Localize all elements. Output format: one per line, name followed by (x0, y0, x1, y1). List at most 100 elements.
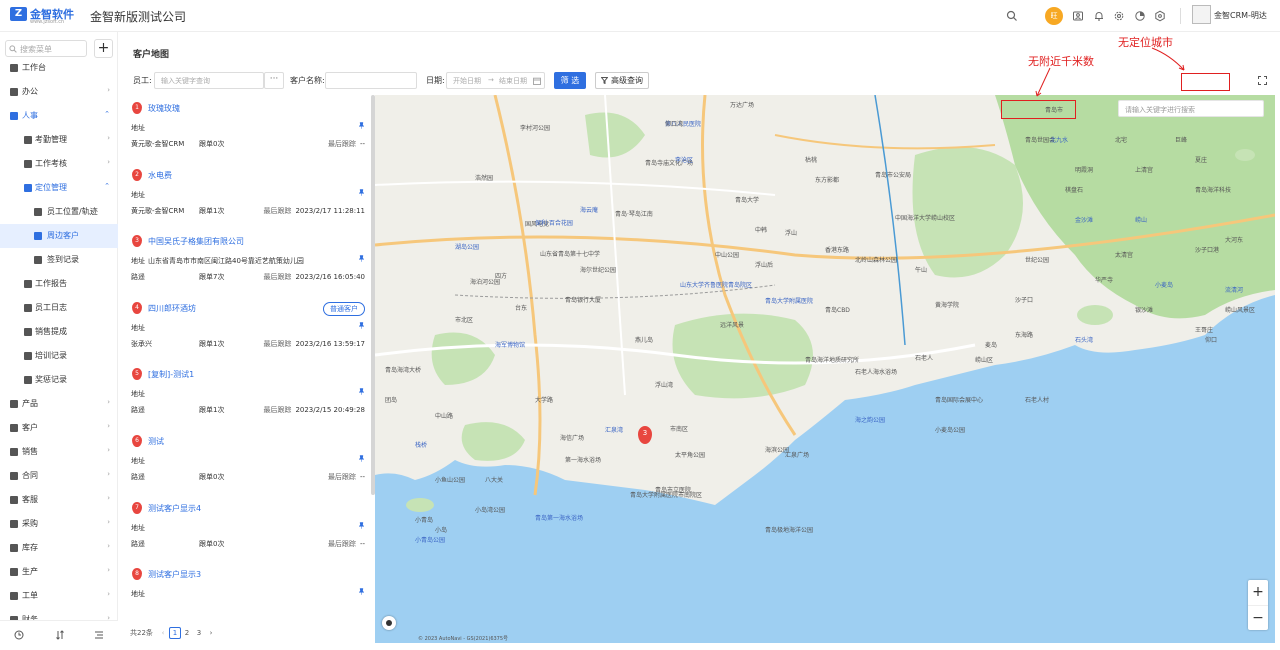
sidebar-item-10[interactable]: 员工日志 (0, 296, 118, 320)
follow-count: 跟单1次 (199, 406, 225, 415)
sidebar-item-12[interactable]: 培训记录 (0, 344, 118, 368)
customer-card[interactable]: 2 水电费 地址 黄元歌-金智CRM 跟单1次 最后跟踪 2023/2/17 11:28:1… (126, 162, 371, 229)
sidebar-item-11[interactable]: 销售提成 (0, 320, 118, 344)
map-place-label: 李沧区 (675, 157, 694, 164)
sidebar-item-7[interactable]: 周边客户 (0, 224, 118, 248)
pin-to-top-icon[interactable] (358, 322, 365, 329)
sidebar-item-19[interactable]: 采购 › (0, 512, 118, 536)
sidebar-item-3[interactable]: 考勤管理 › (0, 128, 118, 152)
pin-to-top-icon[interactable] (358, 521, 365, 529)
menu-collapse-icon[interactable] (94, 630, 104, 640)
location-pin-icon: 3 (132, 235, 142, 248)
map-place-label: 小麦岛公园 (935, 427, 966, 434)
sidebar-item-15[interactable]: 客户 › (0, 416, 118, 440)
customer-card[interactable]: 8 测试客户显示3 地址 (126, 561, 371, 618)
wang-badge-icon[interactable]: 旺 (1045, 7, 1063, 25)
user-name[interactable]: 金智CRM-明达 (1214, 10, 1267, 21)
sidebar-item-2[interactable]: 人事 ⌃ (0, 104, 118, 128)
sidebar-item-5[interactable]: 定位管理 ⌃ (0, 176, 118, 200)
location-pin-icon: 8 (132, 568, 142, 581)
sidebar-item-22[interactable]: 工单 › (0, 584, 118, 608)
logo[interactable]: Z 金智软件 www.jzsoft.cn (10, 6, 74, 26)
map-place-label: 石老人 (915, 355, 934, 362)
pin-to-top-icon[interactable] (358, 122, 365, 129)
pin-to-top-icon[interactable] (358, 255, 365, 262)
sidebar-item-label: 生产 (22, 567, 38, 576)
sidebar-item-1[interactable]: 办公 › (0, 80, 118, 104)
logo-mark-icon: Z (10, 7, 27, 21)
sidebar-item-17[interactable]: 合同 › (0, 464, 118, 488)
employee-picker-button[interactable]: ··· (264, 72, 284, 89)
prev-page-button[interactable]: ‹ (157, 627, 169, 639)
bell-icon[interactable] (1093, 10, 1105, 22)
pin-to-top-icon[interactable] (358, 388, 365, 396)
sidebar-item-6[interactable]: 员工位置/轨迹 (0, 200, 118, 224)
page-1-button[interactable]: 1 (169, 627, 181, 639)
menu-search-input[interactable]: 搜索菜单 (5, 40, 87, 57)
sidebar-item-0[interactable]: 工作台 (0, 56, 118, 80)
filter-button[interactable]: 筛 选 (554, 72, 586, 89)
sidebar-footer (0, 620, 118, 650)
customer-name[interactable]: 水电费 (148, 170, 172, 181)
sidebar-item-4[interactable]: 工作考核 › (0, 152, 118, 176)
customer-name[interactable]: 中国吴氏子格集团有限公司 (148, 236, 244, 247)
map-canvas[interactable]: 第八人民医院 青岛寺庙文化广场 万达广场 李村河公园 浩然园 海云庵 青岛·琴岛江南 中国海洋… (375, 95, 1275, 643)
settings-icon[interactable] (1113, 10, 1125, 22)
range-separator: → (488, 76, 494, 84)
history-icon[interactable] (14, 630, 24, 640)
sidebar-item-9[interactable]: 工作报告 (0, 272, 118, 296)
locate-button[interactable] (382, 616, 396, 630)
customer-name[interactable]: 测试客户显示4 (148, 503, 201, 514)
map-place-label: 棋盘石 (1065, 187, 1084, 194)
advanced-search-button[interactable]: 高级查询 (595, 72, 649, 89)
pin-to-top-icon[interactable] (358, 188, 365, 196)
sidebar-item-18[interactable]: 客服 › (0, 488, 118, 512)
pin-to-top-icon[interactable] (358, 455, 365, 462)
customer-name[interactable]: [复制]-测试1 (148, 369, 194, 380)
customer-name-input[interactable] (325, 72, 417, 89)
map-search-input[interactable]: 请输入关键字进行搜索 (1118, 100, 1264, 117)
chart-pie-icon[interactable] (1134, 10, 1146, 22)
sidebar-item-8[interactable]: 签到记录 (0, 248, 118, 272)
customer-card[interactable]: 4 四川郎环酒坊 普通客户 地址 张承兴 跟单1次 最后跟踪 2023/2/16 13:59:… (126, 295, 371, 362)
map-place-label: 香港东路 (825, 247, 850, 254)
next-page-button[interactable]: › (205, 627, 217, 639)
customer-card[interactable]: 3 中国吴氏子格集团有限公司 地址 山东省青岛市市南区闽江路40号靠近艺航策幼儿园 路遥… (126, 228, 371, 295)
customer-card[interactable]: 7 测试客户显示4 地址 路遥 跟单0次 最后跟踪 -- (126, 495, 371, 562)
avatar[interactable] (1192, 5, 1211, 24)
sidebar-item-14[interactable]: 产品 › (0, 392, 118, 416)
page-title: 客户地图 (133, 50, 170, 60)
search-icon[interactable] (1006, 10, 1018, 22)
customer-card[interactable]: 5 [复制]-测试1 地址 路遥 跟单1次 最后跟踪 2023/2/15 20:49:28 (126, 361, 371, 428)
hexagon-settings-icon[interactable] (1154, 10, 1166, 22)
sidebar-item-20[interactable]: 库存 › (0, 536, 118, 560)
sidebar-item-16[interactable]: 销售 › (0, 440, 118, 464)
page-3-button[interactable]: 3 (193, 627, 205, 639)
customer-name[interactable]: 玫瑰玫瑰 (148, 103, 180, 114)
customer-name[interactable]: 测试 (148, 436, 164, 447)
date-range-input[interactable]: 开始日期 → 结束日期 (446, 72, 545, 89)
sidebar-item-label: 考勤管理 (35, 135, 67, 144)
zoom-in-button[interactable]: + (1248, 580, 1268, 605)
follow-count: 跟单0次 (199, 473, 225, 481)
contacts-icon[interactable] (1072, 10, 1084, 22)
sort-icon[interactable] (55, 630, 65, 640)
checkin-icon (34, 256, 42, 264)
customer-type-badge: 普通客户 (323, 301, 365, 316)
page-2-button[interactable]: 2 (181, 627, 193, 639)
customer-name[interactable]: 四川郎环酒坊 (148, 303, 196, 314)
map-place-label: 青岛国际会展中心 (935, 397, 984, 404)
map-place-label: 山东大学齐鲁医院青岛院区 (680, 282, 753, 289)
employee-input[interactable]: 输入关键字查询 (154, 72, 264, 89)
sidebar-item-21[interactable]: 生产 › (0, 560, 118, 584)
zoom-out-button[interactable]: − (1248, 605, 1268, 630)
zoom-control: + − (1248, 580, 1268, 630)
customer-card[interactable]: 1 玫瑰玫瑰 地址 黄元歌-金智CRM 跟单0次 最后跟踪 -- (126, 95, 371, 162)
customer-name[interactable]: 测试客户显示3 (148, 569, 201, 580)
pin-to-top-icon[interactable] (358, 588, 365, 595)
fullscreen-icon[interactable] (1258, 76, 1267, 85)
sidebar-item-13[interactable]: 奖惩记录 (0, 368, 118, 392)
map-place-label: 仰口湾 (665, 121, 684, 128)
total-count: 共22条 (130, 629, 153, 637)
customer-card[interactable]: 6 测试 地址 路遥 跟单0次 最后跟踪 -- (126, 428, 371, 495)
